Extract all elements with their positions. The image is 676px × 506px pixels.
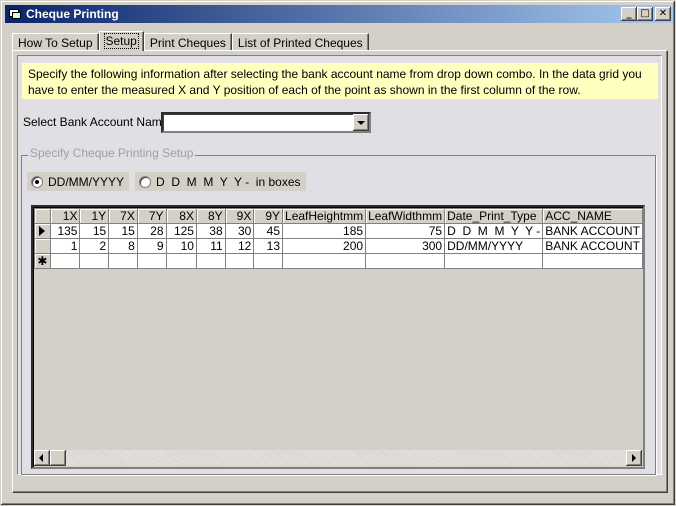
grid-cell[interactable] <box>165 253 197 269</box>
grid-cell[interactable]: DD/MM/YYYY <box>444 238 544 254</box>
column-header[interactable]: ACC_NAME <box>542 208 643 224</box>
table-row[interactable]: 1 2 8 9 10 11 12 13 200 300 DD/MM/YYYY B… <box>34 238 643 254</box>
grid-cell[interactable] <box>253 253 284 269</box>
setup-data-grid[interactable]: 1X 1Y 7X 7Y 8X 8Y 9X 9Y LeafHeightmm Lea… <box>31 205 645 469</box>
radio-label: D D M M Y Y - in boxes <box>156 174 301 189</box>
new-row-asterisk-icon[interactable]: ✱ <box>34 253 51 269</box>
grid-cell[interactable]: 30 <box>224 223 255 239</box>
column-header[interactable]: 1Y <box>79 208 110 224</box>
grid-cell[interactable] <box>542 253 643 269</box>
row-selector[interactable] <box>34 238 51 254</box>
grid-cell[interactable]: 185 <box>282 223 367 239</box>
grid-cell[interactable] <box>444 253 544 269</box>
column-header[interactable]: 9Y <box>253 208 284 224</box>
grid-cell[interactable]: 11 <box>195 238 226 254</box>
tab-setup[interactable]: Setup <box>98 31 144 51</box>
tab-label: List of Printed Cheques <box>237 36 363 50</box>
grid-cell[interactable]: 45 <box>253 223 284 239</box>
grid-cell[interactable] <box>224 253 255 269</box>
column-header[interactable]: 1X <box>49 208 81 224</box>
current-row-arrow-icon <box>39 226 46 237</box>
maximize-button[interactable]: □ <box>637 7 653 21</box>
grid-cell[interactable]: 10 <box>165 238 197 254</box>
bank-account-combo[interactable] <box>161 112 371 133</box>
radio-unchecked-icon <box>139 175 151 188</box>
tab-label: How To Setup <box>18 36 93 50</box>
grid-cell[interactable] <box>365 253 446 269</box>
tab-label: Setup <box>103 33 139 49</box>
cheque-printing-window: Cheque Printing _ □ ✕ How To Setup Setup… <box>0 0 676 506</box>
grid-cell[interactable]: 1 <box>49 238 81 254</box>
group-legend: Specify Cheque Printing Setup <box>28 146 196 160</box>
column-header[interactable]: Date_Print_Type <box>444 208 544 224</box>
column-header[interactable]: 7X <box>108 208 138 224</box>
tab-print-cheques[interactable]: Print Cheques <box>143 33 232 51</box>
corner-cell <box>34 208 51 224</box>
tab-strip: How To Setup Setup Print Cheques List of… <box>12 31 369 51</box>
grid-cell[interactable] <box>108 253 138 269</box>
minimize-button[interactable]: _ <box>621 7 637 21</box>
grid-cell[interactable]: BANK ACCOUNT <box>542 223 643 239</box>
grid-cell[interactable]: 15 <box>79 223 110 239</box>
grid-cell[interactable]: 8 <box>108 238 138 254</box>
grid-cell[interactable]: 15 <box>108 223 138 239</box>
setup-tab-panel: Specify the following information after … <box>12 50 668 493</box>
grid-cell[interactable] <box>136 253 167 269</box>
grid-cell[interactable]: 125 <box>165 223 197 239</box>
scrollbar-thumb[interactable] <box>50 450 66 466</box>
close-button[interactable]: ✕ <box>655 7 671 21</box>
column-header[interactable]: 8Y <box>195 208 226 224</box>
grid-header-row: 1X 1Y 7X 7Y 8X 8Y 9X 9Y LeafHeightmm Lea… <box>34 208 643 224</box>
instructions-note: Specify the following information after … <box>22 63 658 99</box>
column-header[interactable]: 8X <box>165 208 197 224</box>
grid-cell[interactable]: 135 <box>49 223 81 239</box>
grid-cell[interactable]: 2 <box>79 238 110 254</box>
grid-cell[interactable]: D D M M Y Y - <box>444 223 544 239</box>
grid-cell[interactable]: 13 <box>253 238 284 254</box>
grid-table: 1X 1Y 7X 7Y 8X 8Y 9X 9Y LeafHeightmm Lea… <box>34 208 643 269</box>
radio-label: DD/MM/YYYY <box>48 174 125 189</box>
grid-cell[interactable]: BANK ACCOUNT <box>542 238 643 254</box>
tab-how-to-setup[interactable]: How To Setup <box>12 33 99 51</box>
app-icon <box>8 8 22 20</box>
current-row-indicator[interactable] <box>34 223 51 239</box>
column-header[interactable]: LeafHeightmm <box>282 208 367 224</box>
dropdown-arrow-icon[interactable] <box>353 114 369 131</box>
grid-cell[interactable] <box>195 253 226 269</box>
table-row[interactable]: 135 15 15 28 125 38 30 45 185 75 D D M M… <box>34 223 643 239</box>
tab-label: Print Cheques <box>149 36 226 50</box>
column-header[interactable]: 9X <box>224 208 255 224</box>
tab-list-of-printed-cheques[interactable]: List of Printed Cheques <box>231 33 369 51</box>
grid-cell[interactable]: 9 <box>136 238 167 254</box>
grid-cell[interactable] <box>49 253 81 269</box>
radio-checked-icon <box>31 175 43 188</box>
title-bar[interactable]: Cheque Printing _ □ ✕ <box>5 5 673 23</box>
grid-cell[interactable]: 300 <box>365 238 446 254</box>
radio-in-boxes[interactable]: D D M M Y Y - in boxes <box>135 172 306 191</box>
grid-cell[interactable]: 12 <box>224 238 255 254</box>
new-row[interactable]: ✱ <box>34 253 643 269</box>
scroll-left-arrow-icon[interactable] <box>34 450 50 466</box>
grid-cell[interactable]: 200 <box>282 238 367 254</box>
window-title: Cheque Printing <box>26 7 119 21</box>
grid-cell[interactable] <box>282 253 367 269</box>
column-header[interactable]: 7Y <box>136 208 167 224</box>
grid-cell[interactable]: 75 <box>365 223 446 239</box>
setup-content: Specify the following information after … <box>17 55 662 475</box>
radio-ddmmyyyy[interactable]: DD/MM/YYYY <box>27 172 130 191</box>
grid-cell[interactable] <box>79 253 110 269</box>
grid-cell[interactable]: 28 <box>136 223 167 239</box>
grid-cell[interactable]: 38 <box>195 223 226 239</box>
scroll-right-arrow-icon[interactable] <box>626 450 642 466</box>
column-header[interactable]: LeafWidthmm <box>365 208 446 224</box>
bank-account-label: Select Bank Account Name <box>23 115 169 129</box>
horizontal-scrollbar[interactable] <box>34 450 642 466</box>
